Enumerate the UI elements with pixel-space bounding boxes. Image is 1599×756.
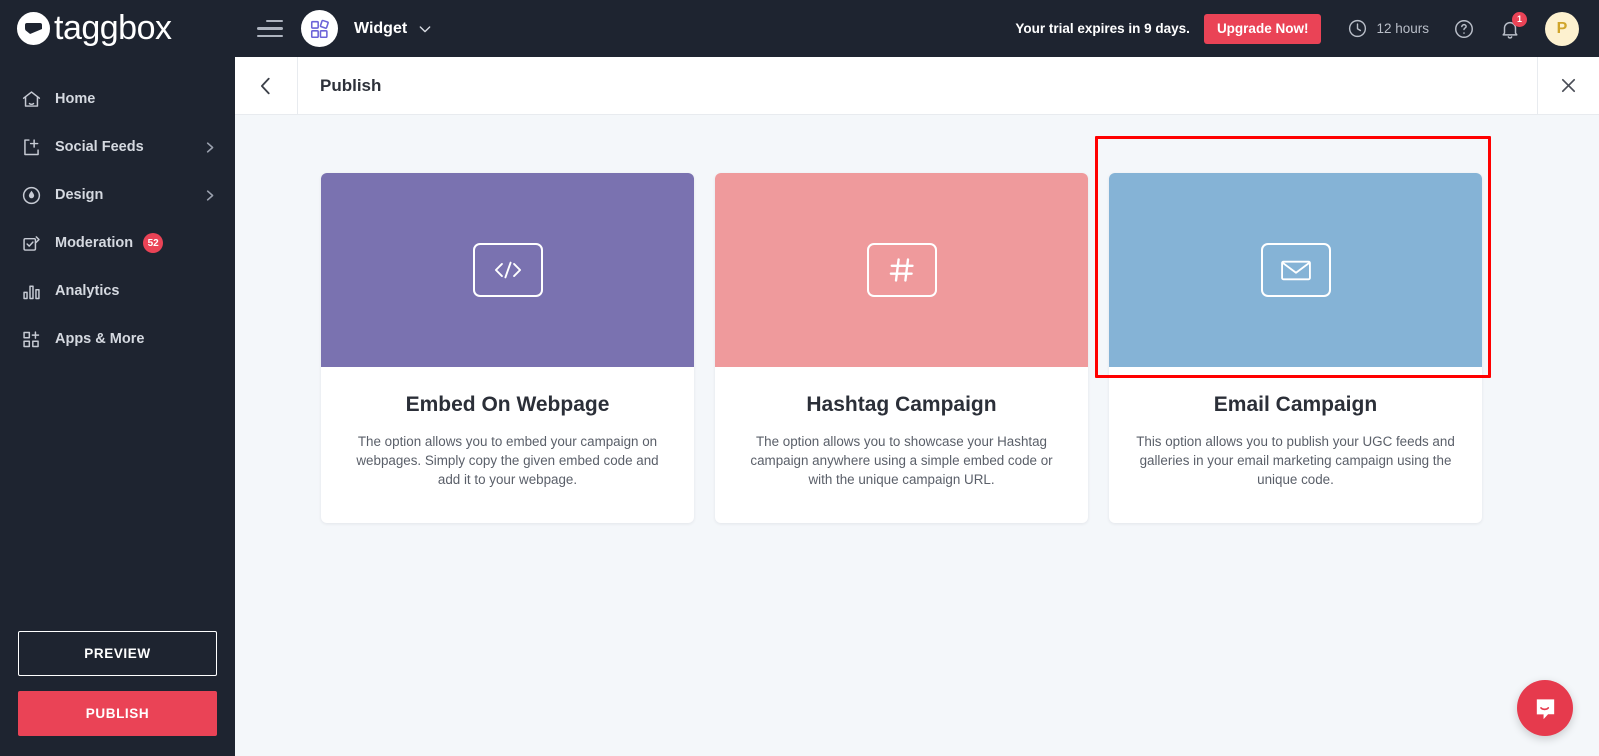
upgrade-now-button[interactable]: Upgrade Now! bbox=[1204, 14, 1322, 44]
card-description: This option allows you to publish your U… bbox=[1135, 432, 1456, 489]
sidebar-item-moderation[interactable]: Moderation 52 bbox=[0, 219, 235, 267]
card-banner bbox=[715, 173, 1088, 367]
droplet-icon bbox=[20, 184, 42, 206]
sidebar-item-home[interactable]: Home bbox=[0, 75, 235, 123]
card-body: Hashtag Campaign The option allows you t… bbox=[715, 367, 1088, 523]
back-button[interactable] bbox=[235, 57, 297, 115]
hamburger-icon[interactable] bbox=[257, 20, 283, 38]
chat-support-button[interactable] bbox=[1517, 680, 1573, 736]
envelope-icon bbox=[1261, 243, 1331, 297]
sidebar-item-label: Social Feeds bbox=[55, 139, 144, 155]
page-title: Publish bbox=[320, 76, 381, 96]
moderation-icon bbox=[20, 232, 42, 254]
brand-logo[interactable]: taggbox bbox=[0, 0, 235, 57]
help-circle-icon[interactable] bbox=[1453, 18, 1475, 40]
widget-grid-icon[interactable] bbox=[301, 10, 338, 47]
page-header: Publish bbox=[235, 57, 1599, 115]
sidebar: taggbox Home Social Feeds bbox=[0, 0, 235, 756]
feed-add-icon bbox=[20, 136, 42, 158]
chevron-right-icon bbox=[202, 140, 217, 155]
app-root: taggbox Home Social Feeds bbox=[0, 0, 1599, 756]
topbar-right-group: Your trial expires in 9 days. Upgrade No… bbox=[1015, 12, 1579, 46]
sidebar-item-analytics[interactable]: Analytics bbox=[0, 267, 235, 315]
sidebar-item-label: Apps & More bbox=[55, 331, 144, 347]
sidebar-actions: PREVIEW PUBLISH bbox=[0, 631, 235, 736]
right-column: Widget Your trial expires in 9 days. Upg… bbox=[235, 0, 1599, 756]
main-content: Embed On Webpage The option allows you t… bbox=[235, 115, 1599, 756]
moderation-count-badge: 52 bbox=[143, 233, 163, 253]
analytics-icon bbox=[20, 280, 42, 302]
chevron-left-icon bbox=[255, 75, 277, 97]
sidebar-item-design[interactable]: Design bbox=[0, 171, 235, 219]
sidebar-item-label: Home bbox=[55, 91, 95, 107]
card-title: Email Campaign bbox=[1135, 393, 1456, 417]
publish-card-hashtag-campaign[interactable]: Hashtag Campaign The option allows you t… bbox=[715, 173, 1088, 523]
close-icon bbox=[1558, 75, 1579, 96]
card-body: Embed On Webpage The option allows you t… bbox=[321, 367, 694, 523]
card-title: Hashtag Campaign bbox=[741, 393, 1062, 417]
chevron-right-icon bbox=[202, 188, 217, 203]
sidebar-item-apps-and-more[interactable]: Apps & More bbox=[0, 315, 235, 363]
widget-title: Widget bbox=[354, 20, 407, 38]
remaining-hours[interactable]: 12 hours bbox=[1347, 18, 1429, 39]
trial-status-text: Your trial expires in 9 days. bbox=[1015, 21, 1190, 36]
code-icon bbox=[473, 243, 543, 297]
publish-card-embed-on-webpage[interactable]: Embed On Webpage The option allows you t… bbox=[321, 173, 694, 523]
publish-options-list: Embed On Webpage The option allows you t… bbox=[235, 115, 1599, 523]
card-description: The option allows you to embed your camp… bbox=[347, 432, 668, 489]
bell-icon[interactable]: 1 bbox=[1499, 18, 1521, 40]
sidebar-nav: Home Social Feeds Design bbox=[0, 75, 235, 363]
card-title: Embed On Webpage bbox=[347, 393, 668, 417]
sidebar-item-social-feeds[interactable]: Social Feeds bbox=[0, 123, 235, 171]
preview-button[interactable]: PREVIEW bbox=[18, 631, 217, 676]
hours-text: 12 hours bbox=[1376, 21, 1429, 36]
avatar[interactable]: P bbox=[1545, 12, 1579, 46]
card-body: Email Campaign This option allows you to… bbox=[1109, 367, 1482, 523]
sidebar-item-label: Analytics bbox=[55, 283, 119, 299]
chat-bubble-icon bbox=[1532, 695, 1559, 722]
clock-icon bbox=[1347, 18, 1368, 39]
home-icon bbox=[20, 88, 42, 110]
card-description: The option allows you to showcase your H… bbox=[741, 432, 1062, 489]
sidebar-item-label: Design bbox=[55, 187, 103, 203]
taggbox-logo-icon bbox=[17, 12, 50, 45]
sidebar-item-label: Moderation bbox=[55, 235, 133, 251]
header-divider bbox=[297, 57, 298, 115]
card-banner bbox=[1109, 173, 1482, 367]
notification-count-badge: 1 bbox=[1512, 12, 1527, 27]
card-banner bbox=[321, 173, 694, 367]
topbar: Widget Your trial expires in 9 days. Upg… bbox=[235, 0, 1599, 57]
apps-icon bbox=[20, 328, 42, 350]
publish-button[interactable]: PUBLISH bbox=[18, 691, 217, 736]
publish-card-email-campaign[interactable]: Email Campaign This option allows you to… bbox=[1109, 173, 1482, 523]
brand-name: taggbox bbox=[54, 9, 172, 48]
chevron-down-icon[interactable] bbox=[417, 21, 433, 37]
hash-icon bbox=[867, 243, 937, 297]
close-button[interactable] bbox=[1537, 57, 1599, 115]
